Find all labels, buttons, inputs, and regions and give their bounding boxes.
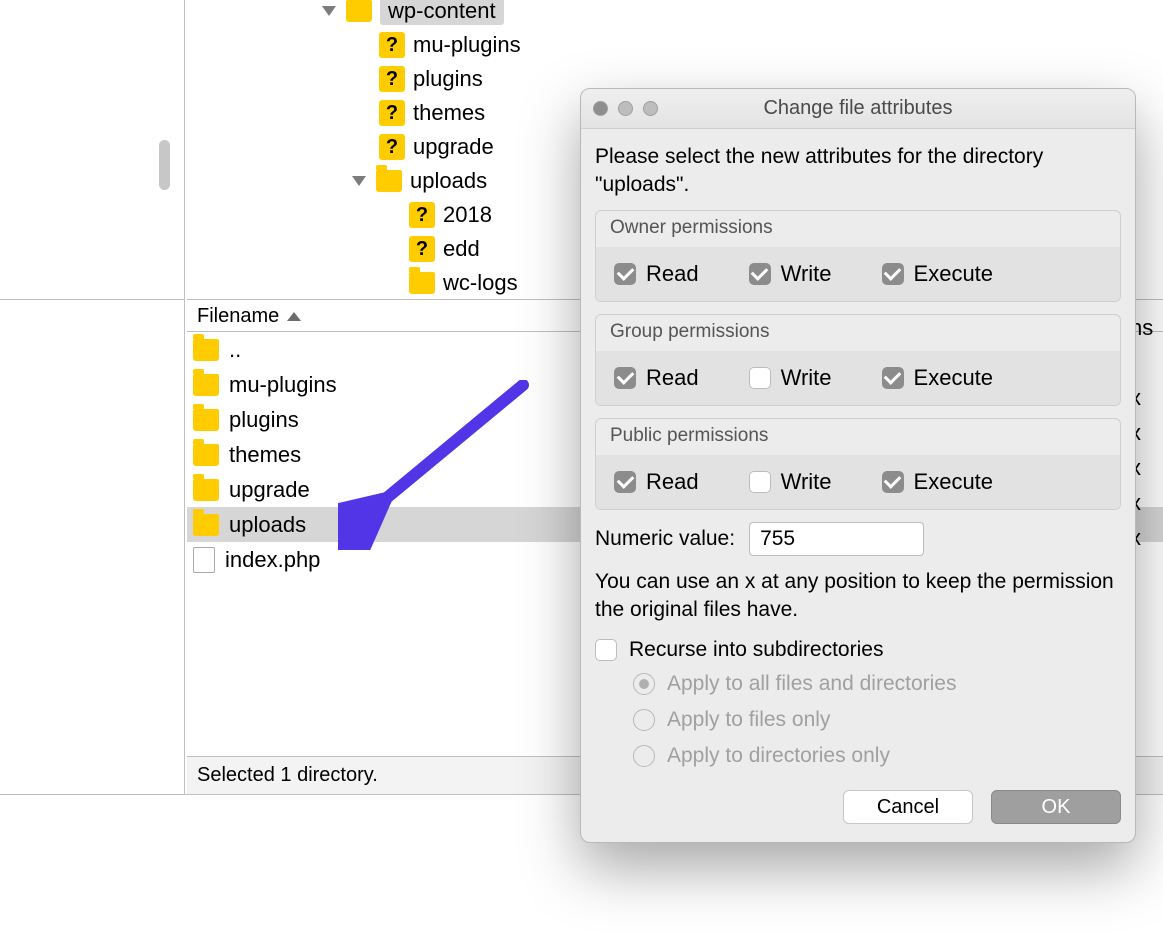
tree-item-themes[interactable]: ? themes: [379, 96, 485, 130]
tree-item-upgrade[interactable]: ? upgrade: [379, 130, 494, 164]
owner-read-checkbox[interactable]: Read: [614, 261, 699, 287]
radio-selected-icon: [633, 673, 655, 695]
folder-icon: [193, 479, 219, 501]
owner-execute-checkbox[interactable]: Execute: [882, 261, 994, 287]
checkbox-unchecked-icon: [749, 367, 771, 389]
cancel-button[interactable]: Cancel: [843, 790, 973, 824]
tree-item-2018[interactable]: ? 2018: [409, 198, 492, 232]
folder-icon: [193, 374, 219, 396]
file-name: mu-plugins: [229, 372, 337, 398]
tree-item-label: uploads: [410, 168, 487, 194]
file-icon: [193, 547, 215, 573]
folder-unknown-icon: ?: [379, 100, 405, 126]
checkbox-checked-icon: [882, 263, 904, 285]
public-execute-checkbox[interactable]: Execute: [882, 469, 994, 495]
tree-item-edd[interactable]: ? edd: [409, 232, 480, 266]
folder-icon: [193, 409, 219, 431]
scrollbar-thumb[interactable]: [159, 140, 170, 190]
status-text: Selected 1 directory.: [197, 764, 378, 787]
window-zoom-button[interactable]: [643, 101, 658, 116]
recurse-checkbox[interactable]: Recurse into subdirectories: [595, 638, 1121, 662]
tree-item-label: themes: [413, 100, 485, 126]
file-name: themes: [229, 442, 301, 468]
recurse-radio-group: Apply to all files and directories Apply…: [633, 672, 1121, 768]
group-read-checkbox[interactable]: Read: [614, 365, 699, 391]
checkbox-unchecked-icon: [595, 639, 617, 661]
checkbox-checked-icon: [749, 263, 771, 285]
tree-item-label: edd: [443, 236, 480, 262]
public-write-checkbox[interactable]: Write: [749, 469, 832, 495]
tree-item-label: wc-logs: [443, 270, 518, 296]
numeric-value-label: Numeric value:: [595, 527, 735, 551]
file-name: upgrade: [229, 477, 310, 503]
group-permissions-group: Group permissions Read Write Execute: [595, 314, 1121, 406]
dialog-instruction: Please select the new attributes for the…: [595, 143, 1121, 200]
column-header-label: Filename: [197, 305, 279, 328]
dialog-title: Change file attributes: [581, 97, 1135, 120]
tree-item-wc-logs[interactable]: wc-logs: [409, 266, 518, 300]
folder-icon: [409, 272, 435, 294]
tree-item-label: plugins: [413, 66, 483, 92]
left-gutter-top: [0, 0, 184, 300]
owner-permissions-group: Owner permissions Read Write Execute: [595, 210, 1121, 302]
folder-icon: [193, 444, 219, 466]
recurse-label: Recurse into subdirectories: [629, 638, 883, 662]
group-title: Group permissions: [596, 315, 1120, 351]
file-name: index.php: [225, 547, 320, 573]
file-name: plugins: [229, 407, 299, 433]
owner-write-checkbox[interactable]: Write: [749, 261, 832, 287]
file-name: uploads: [229, 512, 306, 538]
file-name: ..: [229, 337, 241, 363]
tree-item-uploads[interactable]: uploads: [352, 164, 487, 198]
checkbox-checked-icon: [614, 263, 636, 285]
tree-item-plugins[interactable]: ? plugins: [379, 62, 483, 96]
tree-item-mu-plugins[interactable]: ? mu-plugins: [379, 28, 521, 62]
radio-apply-files[interactable]: Apply to files only: [633, 708, 1121, 732]
folder-unknown-icon: ?: [379, 32, 405, 58]
radio-icon: [633, 709, 655, 731]
numeric-hint: You can use an x at any position to keep…: [595, 568, 1121, 625]
checkbox-checked-icon: [882, 367, 904, 389]
chevron-down-icon[interactable]: [352, 176, 366, 186]
checkbox-checked-icon: [614, 471, 636, 493]
numeric-value-input[interactable]: [749, 522, 924, 556]
public-permissions-group: Public permissions Read Write Execute: [595, 418, 1121, 510]
tree-item-label: upgrade: [413, 134, 494, 160]
tree-item-label: wp-content: [388, 0, 496, 23]
public-read-checkbox[interactable]: Read: [614, 469, 699, 495]
chevron-down-icon[interactable]: [322, 6, 336, 16]
window-minimize-button[interactable]: [618, 101, 633, 116]
folder-unknown-icon: ?: [409, 236, 435, 262]
dialog-titlebar[interactable]: Change file attributes: [581, 89, 1135, 129]
folder-unknown-icon: ?: [379, 66, 405, 92]
group-execute-checkbox[interactable]: Execute: [882, 365, 994, 391]
folder-icon: [346, 0, 372, 22]
folder-icon: [193, 514, 219, 536]
folder-unknown-icon: ?: [379, 134, 405, 160]
ok-button[interactable]: OK: [991, 790, 1121, 824]
radio-icon: [633, 745, 655, 767]
radio-apply-dirs[interactable]: Apply to directories only: [633, 744, 1121, 768]
left-gutter: [0, 0, 185, 794]
tree-item-label: mu-plugins: [413, 32, 521, 58]
checkbox-checked-icon: [882, 471, 904, 493]
checkbox-checked-icon: [614, 367, 636, 389]
window-close-button[interactable]: [593, 101, 608, 116]
group-write-checkbox[interactable]: Write: [749, 365, 832, 391]
radio-apply-all[interactable]: Apply to all files and directories: [633, 672, 1121, 696]
folder-icon: [376, 170, 402, 192]
tree-item-label: 2018: [443, 202, 492, 228]
left-gutter-bottom: [0, 300, 184, 794]
group-title: Public permissions: [596, 419, 1120, 455]
group-title: Owner permissions: [596, 211, 1120, 247]
sort-ascending-icon: [287, 312, 301, 321]
tree-item-wp-content[interactable]: wp-content: [322, 0, 504, 28]
folder-icon: [193, 339, 219, 361]
checkbox-unchecked-icon: [749, 471, 771, 493]
change-file-attributes-dialog: Change file attributes Please select the…: [580, 88, 1136, 843]
folder-unknown-icon: ?: [409, 202, 435, 228]
